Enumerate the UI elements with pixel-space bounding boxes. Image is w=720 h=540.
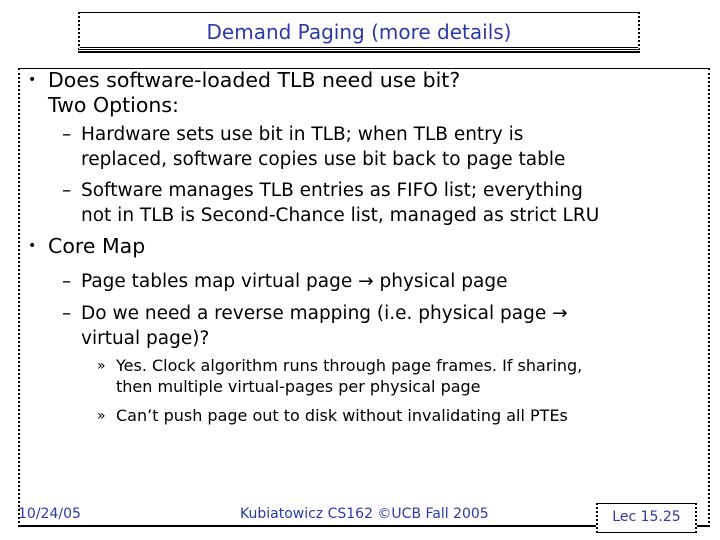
bullet-text: Core Map [48,234,146,258]
sub-bullet-text: virtual page)? [81,328,210,349]
sub-bullet-text: not in TLB is Second-Chance list, manage… [81,205,600,226]
bullet-marker: • [28,238,37,254]
footer-course: Kubiatowicz CS162 ©UCB Fall 2005 [240,506,489,522]
bullet-text: Does software-loaded TLB need use bit? [48,68,461,92]
sub-bullet-text: Software manages TLB entries as FIFO lis… [81,180,583,201]
dash-marker: – [62,271,72,292]
sub-sub-bullet-text: then multiple virtual-pages per physical… [116,377,481,396]
bullet-marker: • [28,72,37,88]
sub-bullet-text: Page tables map virtual page → physical … [81,271,508,292]
slide-title-box: Demand Paging (more details) [78,12,640,53]
bullet-text: Two Options: [48,93,179,117]
dash-marker: – [62,303,72,324]
footer-date: 10/24/05 [18,506,81,522]
dash-marker: – [62,124,72,145]
chevron-marker: » [97,408,106,424]
chevron-marker: » [97,358,106,374]
sub-bullet-text: replaced, software copies use bit back t… [81,149,566,170]
slide-number: Lec 15.25 [596,503,697,533]
sub-bullet-text: Hardware sets use bit in TLB; when TLB e… [81,124,524,145]
dash-marker: – [62,180,72,201]
sub-sub-bullet-text: Can’t push page out to disk without inva… [116,406,568,425]
sub-bullet-text: Do we need a reverse mapping (i.e. physi… [81,303,568,324]
sub-sub-bullet-text: Yes. Clock algorithm runs through page f… [116,356,583,375]
slide-title: Demand Paging (more details) [206,20,512,44]
